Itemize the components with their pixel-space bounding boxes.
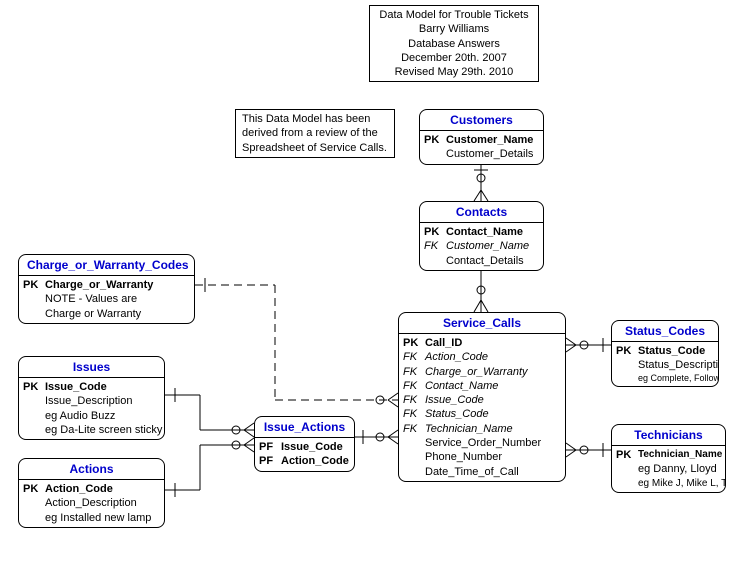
entity-contacts: Contacts PKContact_Name FKCustomer_Name … bbox=[419, 201, 544, 271]
pk-label: PK bbox=[23, 380, 45, 394]
entity-title: Issues bbox=[19, 357, 164, 378]
attr-name: Status_Code bbox=[638, 344, 705, 358]
pk-label: PK bbox=[23, 278, 45, 292]
attr-name: Customer_Name bbox=[446, 133, 533, 147]
attr-note: Charge or Warranty bbox=[45, 307, 141, 321]
attr-name: eg Danny, Lloyd bbox=[638, 462, 717, 476]
attr-name: Issue_Description bbox=[45, 394, 132, 408]
attr-name: Action_Code bbox=[281, 454, 349, 468]
note-line: This Data Model has been bbox=[242, 112, 388, 126]
entity-technicians: Technicians PKTechnician_Name eg Danny, … bbox=[611, 424, 726, 493]
attr-name: Call_ID bbox=[425, 336, 462, 350]
attr-name: eg Da-Lite screen sticky bbox=[45, 423, 162, 437]
attr-name: Phone_Number bbox=[425, 450, 502, 464]
entity-title: Status_Codes bbox=[612, 321, 718, 342]
entity-status-codes: Status_Codes PKStatus_Code Status_Descri… bbox=[611, 320, 719, 387]
fk-label: FK bbox=[403, 393, 425, 407]
title-line: Revised May 29th. 2010 bbox=[376, 65, 532, 79]
attr-note: NOTE - Values are bbox=[45, 292, 137, 306]
entity-title: Technicians bbox=[612, 425, 725, 446]
attr-name: Status_Description bbox=[638, 358, 719, 372]
attr-name: Action_Description bbox=[45, 496, 137, 510]
fk-label: FK bbox=[403, 365, 425, 379]
fk-label: FK bbox=[403, 407, 425, 421]
fk-label: FK bbox=[403, 350, 425, 364]
entity-title: Contacts bbox=[420, 202, 543, 223]
attr-name: Issue_Code bbox=[45, 380, 107, 394]
note-line: Spreadsheet of Service Calls. bbox=[242, 141, 388, 155]
title-line: Database Answers bbox=[376, 37, 532, 51]
title-line: Data Model for Trouble Tickets bbox=[376, 8, 532, 22]
pk-label: PK bbox=[616, 344, 638, 358]
attr-name: Issue_Code bbox=[425, 393, 484, 407]
entity-issue-actions: Issue_Actions PFIssue_Code PFAction_Code bbox=[254, 416, 355, 472]
entity-title: Customers bbox=[420, 110, 543, 131]
attr-name: Customer_Details bbox=[446, 147, 533, 161]
attr-name: eg Audio Buzz bbox=[45, 409, 115, 423]
note-box: This Data Model has been derived from a … bbox=[235, 109, 395, 158]
entity-title: Service_Calls bbox=[399, 313, 565, 334]
title-box: Data Model for Trouble Tickets Barry Wil… bbox=[369, 5, 539, 82]
attr-name: Date_Time_of_Call bbox=[425, 465, 519, 479]
attr-name: eg Complete, Follow-up bbox=[638, 373, 719, 385]
pk-label: PK bbox=[616, 448, 638, 462]
attr-name: eg Installed new lamp bbox=[45, 511, 151, 525]
title-line: Barry Williams bbox=[376, 22, 532, 36]
attr-name: Charge_or_Warranty bbox=[45, 278, 153, 292]
entity-issues: Issues PKIssue_Code Issue_Description eg… bbox=[18, 356, 165, 440]
entity-service-calls: Service_Calls PKCall_ID FKAction_Code FK… bbox=[398, 312, 566, 482]
attr-name: Technician_Name bbox=[638, 448, 722, 462]
fk-label: FK bbox=[403, 422, 425, 436]
pf-label: PF bbox=[259, 440, 281, 454]
pk-label: PK bbox=[424, 133, 446, 147]
attr-name: Contact_Name bbox=[446, 225, 523, 239]
attr-name: Service_Order_Number bbox=[425, 436, 541, 450]
attr-name: Customer_Name bbox=[446, 239, 529, 253]
attr-name: Contact_Details bbox=[446, 254, 524, 268]
pk-label: PK bbox=[403, 336, 425, 350]
attr-name: eg Mike J, Mike L, TB bbox=[638, 477, 726, 490]
fk-label: FK bbox=[424, 239, 446, 253]
attr-name: Charge_or_Warranty bbox=[425, 365, 528, 379]
pk-label: PK bbox=[424, 225, 446, 239]
fk-label: FK bbox=[403, 379, 425, 393]
attr-name: Issue_Code bbox=[281, 440, 343, 454]
entity-charge-codes: Charge_or_Warranty_Codes PKCharge_or_War… bbox=[18, 254, 195, 324]
entity-title: Issue_Actions bbox=[255, 417, 354, 438]
attr-name: Action_Code bbox=[45, 482, 113, 496]
attr-name: Technician_Name bbox=[425, 422, 513, 436]
entity-title: Charge_or_Warranty_Codes bbox=[19, 255, 194, 276]
attr-name: Contact_Name bbox=[425, 379, 498, 393]
entity-customers: Customers PKCustomer_Name Customer_Detai… bbox=[419, 109, 544, 165]
pk-label: PK bbox=[23, 482, 45, 496]
attr-name: Action_Code bbox=[425, 350, 488, 364]
entity-actions: Actions PKAction_Code Action_Description… bbox=[18, 458, 165, 528]
entity-title: Actions bbox=[19, 459, 164, 480]
pf-label: PF bbox=[259, 454, 281, 468]
attr-name: Status_Code bbox=[425, 407, 489, 421]
title-line: December 20th. 2007 bbox=[376, 51, 532, 65]
note-line: derived from a review of the bbox=[242, 126, 388, 140]
